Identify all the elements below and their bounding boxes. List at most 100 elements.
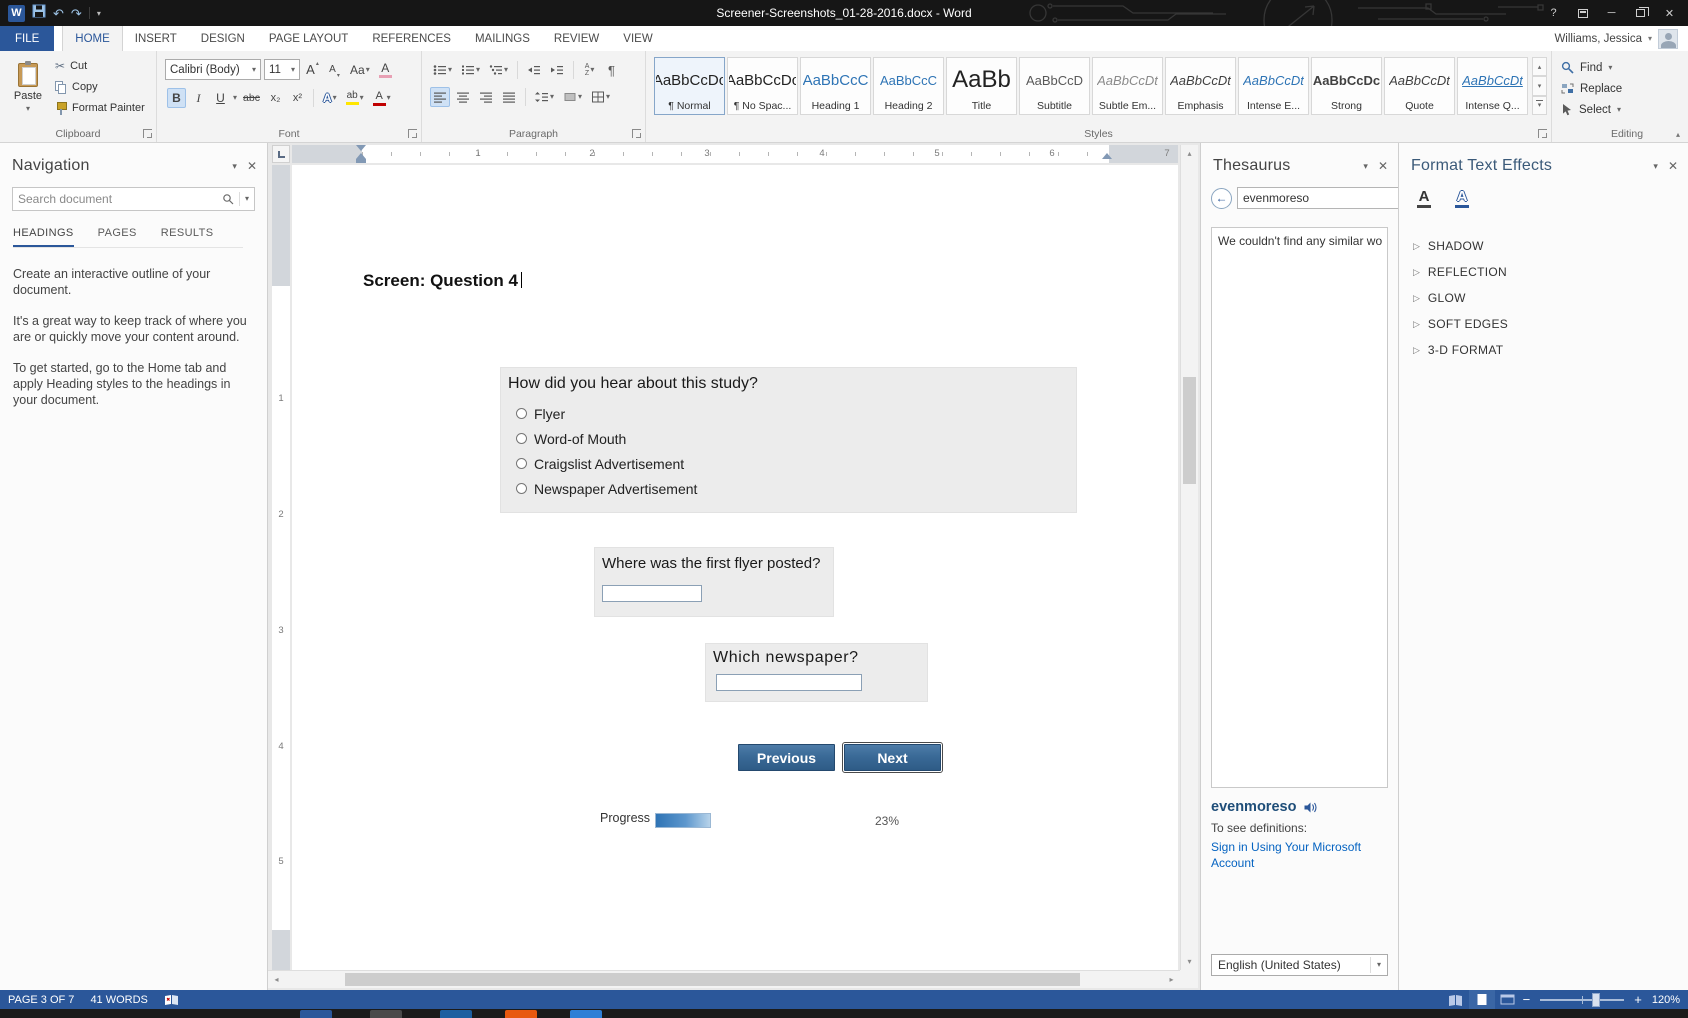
scroll-left-button[interactable]: ◂ xyxy=(268,971,285,988)
styles-scroll-up[interactable]: ▴ xyxy=(1532,57,1547,76)
underline-button[interactable]: U xyxy=(211,88,230,108)
align-right-button[interactable] xyxy=(476,87,496,107)
save-icon[interactable] xyxy=(32,4,46,23)
tab-review[interactable]: REVIEW xyxy=(542,26,611,51)
chevron-down-icon[interactable]: ▾ xyxy=(233,94,237,102)
subscript-button[interactable]: x₂ xyxy=(266,88,285,108)
collapse-ribbon-button[interactable]: ▴ xyxy=(1676,130,1680,139)
shrink-font-button[interactable]: A▾ xyxy=(325,60,344,80)
taskbar-icon[interactable] xyxy=(570,1010,602,1018)
ribbon-display-options-button[interactable] xyxy=(1568,3,1597,23)
font-size-combo[interactable]: 11 ▾ xyxy=(264,59,300,80)
pane-options-icon[interactable]: ▾ xyxy=(232,161,237,172)
increase-indent-button[interactable] xyxy=(547,60,567,80)
section-glow[interactable]: ▷GLOW xyxy=(1413,285,1688,311)
search-options-icon[interactable]: ▾ xyxy=(245,195,249,203)
option-flyer[interactable]: Flyer xyxy=(516,401,1076,426)
zoom-slider[interactable] xyxy=(1540,999,1624,1001)
zoom-level[interactable]: 120% xyxy=(1644,990,1688,1009)
style-subtle-emphasis[interactable]: AaBbCcDtSubtle Em... xyxy=(1092,57,1163,115)
word-app-icon[interactable]: W xyxy=(8,5,25,22)
text-fill-outline-tab[interactable]: A xyxy=(1413,187,1435,209)
taskbar-icon[interactable] xyxy=(440,1010,472,1018)
style-intense-quote[interactable]: AaBbCcDtIntense Q... xyxy=(1457,57,1528,115)
clear-formatting-button[interactable]: A xyxy=(376,60,395,80)
radio-icon[interactable] xyxy=(516,458,527,469)
qat-customize-icon[interactable]: ▾ xyxy=(97,9,101,18)
styles-scroll-down[interactable]: ▾ xyxy=(1532,76,1547,95)
read-mode-button[interactable] xyxy=(1443,990,1469,1009)
horizontal-ruler[interactable]: 1 2 3 4 5 6 7 xyxy=(292,145,1178,163)
thesaurus-search-box[interactable] xyxy=(1237,187,1420,209)
option-craigslist[interactable]: Craigslist Advertisement xyxy=(516,451,1076,476)
minimize-button[interactable]: ─ xyxy=(1597,3,1626,23)
taskbar-icon[interactable] xyxy=(370,1010,402,1018)
grow-font-button[interactable]: A▴ xyxy=(303,60,322,80)
radio-icon[interactable] xyxy=(516,408,527,419)
format-painter-button[interactable]: Format Painter xyxy=(50,98,150,118)
undo-icon[interactable]: ↶ xyxy=(53,7,64,20)
first-line-indent-marker[interactable] xyxy=(356,145,366,151)
style-strong[interactable]: AaBbCcDcStrong xyxy=(1311,57,1382,115)
tab-insert[interactable]: INSERT xyxy=(123,26,189,51)
decrease-indent-button[interactable] xyxy=(524,60,544,80)
font-color-button[interactable]: A▾ xyxy=(370,88,394,108)
option-word-of-mouth[interactable]: Word-of Mouth xyxy=(516,426,1076,451)
numbering-button[interactable]: ▾ xyxy=(458,60,483,80)
document-page[interactable]: Screen: Question 4 How did you hear abou… xyxy=(292,165,1178,970)
tab-view[interactable]: VIEW xyxy=(611,26,664,51)
language-dropdown[interactable]: English (United States) ▾ xyxy=(1211,954,1388,976)
sign-in-link[interactable]: Sign in Using Your Microsoft Account xyxy=(1211,839,1383,871)
previous-button[interactable]: Previous xyxy=(738,744,835,771)
borders-button[interactable]: ▾ xyxy=(588,87,613,107)
question2-input[interactable] xyxy=(602,585,702,602)
text-effects-tab[interactable]: A xyxy=(1451,187,1473,209)
radio-icon[interactable] xyxy=(516,483,527,494)
bold-button[interactable]: B xyxy=(167,88,186,108)
align-left-button[interactable] xyxy=(430,87,450,107)
scroll-up-button[interactable]: ▴ xyxy=(1181,145,1198,162)
search-icon[interactable] xyxy=(222,193,234,205)
tab-mailings[interactable]: MAILINGS xyxy=(463,26,542,51)
close-icon[interactable]: ✕ xyxy=(247,159,257,173)
bullets-button[interactable]: ▾ xyxy=(430,60,455,80)
scrollbar-thumb[interactable] xyxy=(345,973,1080,986)
question3-input[interactable] xyxy=(716,674,862,691)
search-input[interactable] xyxy=(18,192,217,206)
select-button[interactable]: Select ▾ xyxy=(1552,99,1688,120)
section-reflection[interactable]: ▷REFLECTION xyxy=(1413,259,1688,285)
paragraph-dialog-launcher[interactable] xyxy=(632,129,641,138)
scroll-right-button[interactable]: ▸ xyxy=(1163,971,1180,988)
text-effects-button[interactable]: A▾ xyxy=(320,88,340,108)
styles-gallery-more[interactable]: ▾ xyxy=(1532,96,1547,115)
taskbar-icon[interactable] xyxy=(505,1010,537,1018)
style-intense-emphasis[interactable]: AaBbCcDtIntense E... xyxy=(1238,57,1309,115)
sort-button[interactable]: AZ▾ xyxy=(580,60,599,80)
right-indent-marker[interactable] xyxy=(1102,153,1112,159)
show-formatting-marks-button[interactable]: ¶ xyxy=(602,60,621,80)
cut-button[interactable]: ✂ Cut xyxy=(50,56,150,76)
proofing-status-button[interactable] xyxy=(156,990,187,1009)
section-soft-edges[interactable]: ▷SOFT EDGES xyxy=(1413,311,1688,337)
zoom-slider-thumb[interactable] xyxy=(1592,993,1600,1007)
nav-tab-results[interactable]: RESULTS xyxy=(161,227,214,247)
navigation-search-box[interactable]: ▾ xyxy=(12,187,255,211)
section-shadow[interactable]: ▷SHADOW xyxy=(1413,233,1688,259)
font-family-combo[interactable]: Calibri (Body) ▾ xyxy=(165,59,261,80)
taskbar-icon[interactable] xyxy=(300,1010,332,1018)
style-no-spacing[interactable]: AaBbCcDc¶ No Spac... xyxy=(727,57,798,115)
style-emphasis[interactable]: AaBbCcDtEmphasis xyxy=(1165,57,1236,115)
horizontal-scrollbar[interactable]: ◂ ▸ xyxy=(268,970,1180,988)
justify-button[interactable] xyxy=(499,87,519,107)
scrollbar-thumb[interactable] xyxy=(1183,377,1196,484)
align-center-button[interactable] xyxy=(453,87,473,107)
highlight-button[interactable]: ab▾ xyxy=(343,88,367,108)
font-dialog-launcher[interactable] xyxy=(408,129,417,138)
find-button[interactable]: Find ▾ xyxy=(1552,57,1688,78)
word-count[interactable]: 41 WORDS xyxy=(82,990,155,1009)
strikethrough-button[interactable]: abc xyxy=(240,88,263,108)
tab-references[interactable]: REFERENCES xyxy=(360,26,463,51)
section-3d-format[interactable]: ▷3-D FORMAT xyxy=(1413,337,1688,363)
page-indicator[interactable]: PAGE 3 OF 7 xyxy=(0,990,82,1009)
radio-icon[interactable] xyxy=(516,433,527,444)
